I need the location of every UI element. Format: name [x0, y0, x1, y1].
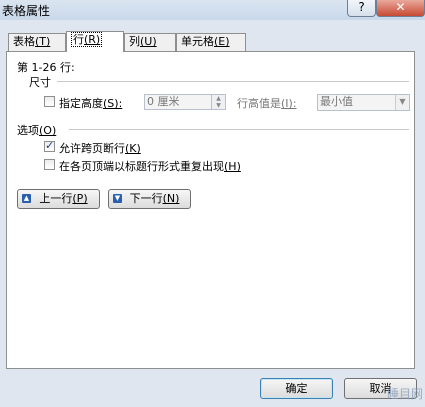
next-row-text: 下一行 [129, 192, 163, 205]
tab-row[interactable]: 行(R) [66, 31, 124, 52]
specify-height-text: 指定高度 [59, 97, 103, 110]
row-panel: 第 1-26 行: 尺寸 指定高度(S): 0 厘米 ▲ ▼ 行高值是(I): … [6, 51, 415, 369]
tab-label: 表格 [13, 35, 35, 48]
height-input[interactable]: 0 厘米 ▲ ▼ [144, 94, 226, 110]
help-icon: ? [358, 0, 365, 14]
arrow-up-icon: ▲ [22, 194, 31, 203]
tab-label: 列 [129, 35, 140, 48]
title-bar: 表格属性 ? ✕ [0, 0, 425, 20]
options-section-text: 选项 [17, 124, 39, 137]
rows-heading: 第 1-26 行: [17, 61, 75, 74]
repeat-header-label: 在各页顶端以标题行形式重复出现(H) [59, 158, 241, 174]
previous-row-button[interactable]: ▲ 上一行(P) [17, 189, 100, 209]
ok-label: 确定 [285, 382, 308, 395]
options-divider [69, 129, 409, 130]
help-button[interactable]: ? [347, 0, 376, 17]
next-row-button[interactable]: ▼ 下一行(N) [108, 189, 191, 209]
tab-shortcut: (E) [214, 35, 230, 48]
size-divider [57, 81, 409, 82]
row-height-is-label: 行高值是(I): [237, 95, 297, 111]
window-title: 表格属性 [2, 4, 51, 18]
repeat-header-checkbox[interactable] [44, 159, 55, 170]
arrow-down-icon: ▼ [113, 194, 122, 203]
previous-row-text: 上一行 [39, 192, 73, 205]
spin-up-icon: ▲ [216, 95, 221, 102]
options-section-label: 选项(O) [17, 122, 56, 138]
spin-down-icon: ▼ [216, 102, 221, 109]
chevron-down-icon: ▼ [395, 95, 409, 110]
repeat-header-text: 在各页顶端以标题行形式重复出现 [59, 160, 224, 173]
specify-height-checkbox[interactable] [44, 96, 55, 107]
tab-shortcut: (U) [140, 35, 157, 48]
height-value: 0 厘米 [147, 95, 180, 108]
row-height-mode-select[interactable]: 最小值 ▼ [317, 94, 410, 111]
tab-focus: 行(R) [71, 32, 103, 47]
ok-button[interactable]: 确定 [260, 378, 333, 399]
tab-label: 单元格 [181, 35, 214, 48]
allow-row-break-checkbox[interactable] [44, 139, 55, 152]
height-spinner[interactable]: ▲ ▼ [211, 95, 225, 109]
options-section-shortcut: (O) [39, 124, 57, 137]
next-row-label: 下一行(N) [120, 192, 180, 205]
next-row-shortcut: (N) [162, 192, 180, 205]
close-button[interactable]: ✕ [376, 0, 425, 17]
tab-shortcut: (R) [84, 33, 101, 46]
row-height-is-shortcut: (I): [281, 97, 297, 110]
allow-row-break-shortcut: (K) [125, 142, 141, 155]
row-height-is-text: 行高值是 [237, 97, 281, 110]
watermark: 睡目网 [386, 387, 423, 401]
specify-height-shortcut: (S): [103, 97, 123, 110]
specify-height-label: 指定高度(S): [59, 95, 122, 111]
allow-row-break-text: 允许跨页断行 [59, 142, 125, 155]
tab-table[interactable]: 表格(T) [8, 33, 66, 51]
row-height-mode-value: 最小值 [320, 95, 353, 108]
allow-row-break-label: 允许跨页断行(K) [59, 140, 141, 156]
previous-row-label: 上一行(P) [29, 192, 87, 205]
repeat-header-shortcut: (H) [224, 160, 241, 173]
tab-column[interactable]: 列(U) [124, 33, 176, 51]
tab-label: 行 [73, 33, 84, 46]
previous-row-shortcut: (P) [72, 192, 88, 205]
close-icon: ✕ [395, 0, 406, 14]
tab-cell[interactable]: 单元格(E) [176, 33, 246, 51]
size-section-label: 尺寸 [29, 76, 51, 89]
tab-shortcut: (T) [35, 35, 51, 48]
